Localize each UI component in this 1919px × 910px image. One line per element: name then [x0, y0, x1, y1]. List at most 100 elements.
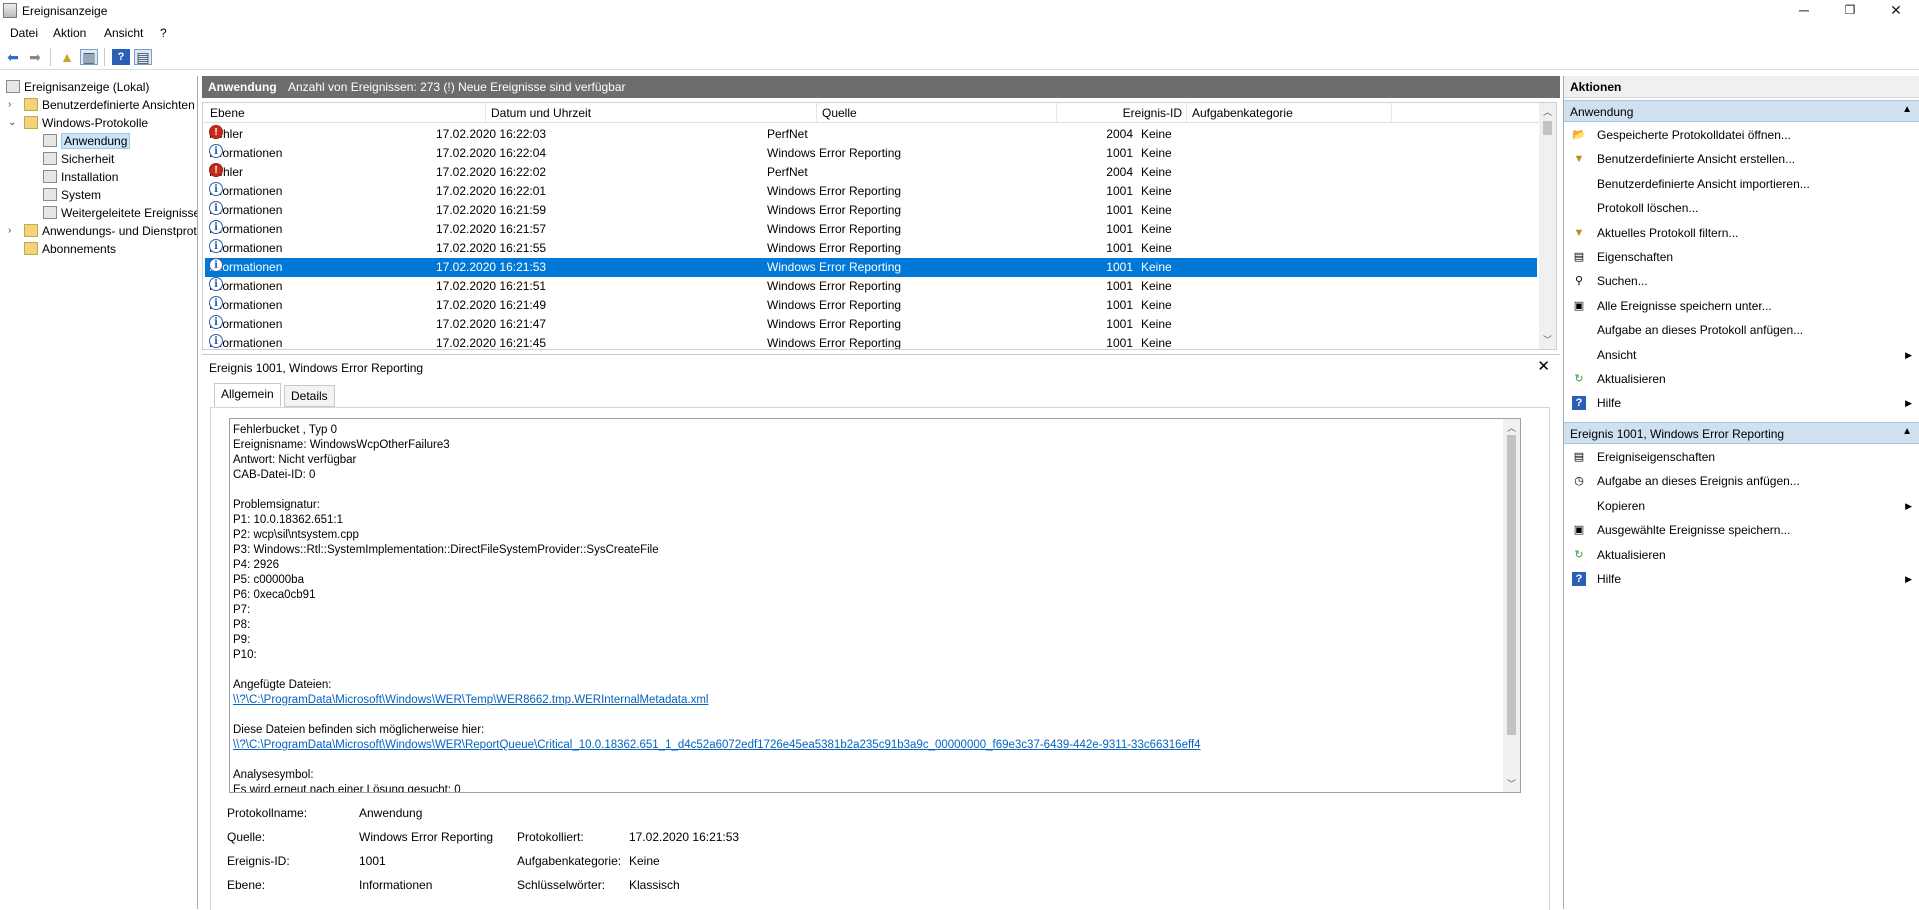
event-date-cell: 17.02.2020 16:21:51 [436, 279, 547, 293]
tab-details[interactable]: Details [284, 385, 335, 407]
menu-help[interactable]: ? [160, 26, 167, 40]
event-row[interactable]: i Informationen 17.02.2020 16:21:47 Windows… [205, 315, 1537, 334]
column-header-event-id[interactable]: Ereignis-ID [1056, 106, 1182, 120]
column-separator[interactable] [485, 103, 486, 123]
scroll-down-icon[interactable]: ﹀ [1543, 333, 1552, 346]
scroll-up-icon[interactable]: ︿ [1507, 421, 1516, 434]
column-separator[interactable] [1391, 103, 1392, 123]
back-arrow-icon[interactable]: ⬅ [4, 49, 22, 65]
event-row[interactable]: i Informationen 17.02.2020 16:21:55 Windows… [205, 239, 1537, 258]
detail-title: Ereignis 1001, Windows Error Reporting [209, 361, 424, 375]
action-item[interactable]: ▼ Aktuelles Protokoll filtern... [1564, 222, 1919, 244]
event-row[interactable]: i Informationen 17.02.2020 16:21:57 Windows… [205, 220, 1537, 239]
maximize-button[interactable]: ❐ [1827, 0, 1873, 22]
menu-datei[interactable]: Datei [10, 26, 38, 40]
event-row[interactable]: i Informationen 17.02.2020 16:21:53 Windows… [205, 258, 1537, 277]
action-item[interactable]: Benutzerdefinierte Ansicht importieren..… [1564, 173, 1919, 195]
event-row[interactable]: i Informationen 17.02.2020 16:21:59 Windows… [205, 201, 1537, 220]
message-line: P3: Windows::Rtl::SystemImplementation::… [233, 544, 659, 556]
show-hide-actions-icon[interactable]: ▤ [134, 49, 152, 65]
close-button[interactable]: ✕ [1873, 0, 1919, 22]
prop-taskcat-value: Keine [629, 854, 660, 868]
expand-icon[interactable]: › [8, 222, 18, 240]
tree-log-system[interactable]: System [43, 186, 101, 204]
collapse-arrow-icon[interactable]: ▲ [1902, 426, 1912, 437]
action-item[interactable]: ? Hilfe ▶ [1564, 568, 1919, 590]
refresh-icon: ↻ [1574, 548, 1584, 561]
tree-app-services[interactable]: Anwendungs- und Dienstprotokolle [24, 222, 197, 240]
event-row[interactable]: ! Fehler 17.02.2020 16:22:02 PerfNet 2004 Kei… [205, 163, 1537, 182]
action-item[interactable]: 📂 Gespeicherte Protokolldatei öffnen... [1564, 124, 1919, 146]
tab-allgemein[interactable]: Allgemein [214, 383, 281, 407]
forward-arrow-icon[interactable]: ➡ [26, 49, 44, 65]
column-separator[interactable] [816, 103, 817, 123]
action-item[interactable]: ? Hilfe ▶ [1564, 392, 1919, 414]
action-item[interactable]: Aufgabe an dieses Protokoll anfügen... [1564, 319, 1919, 341]
help-icon[interactable]: ? [112, 49, 130, 65]
action-item[interactable]: ▣ Alle Ereignisse speichern unter... [1564, 295, 1919, 317]
event-source-cell: Windows Error Reporting [767, 336, 902, 350]
event-properties-icon: ▤ [1573, 451, 1585, 463]
action-item[interactable]: Kopieren ▶ [1564, 495, 1919, 517]
scrollbar-thumb[interactable] [1507, 435, 1516, 735]
attached-file-link[interactable]: \\?\C:\ProgramData\Microsoft\Windows\WER… [233, 694, 708, 706]
event-level-cell: i Informationen [209, 182, 282, 201]
action-item[interactable]: ▣ Ausgewählte Ereignisse speichern... [1564, 519, 1919, 541]
message-scrollbar[interactable]: ︿ ﹀ [1503, 419, 1520, 792]
scroll-up-icon[interactable]: ︿ [1543, 105, 1552, 118]
event-row[interactable]: i Informationen 17.02.2020 16:22:04 Windows… [205, 144, 1537, 163]
action-item[interactable]: Protokoll löschen... [1564, 197, 1919, 219]
up-folder-icon[interactable]: ▲ [58, 49, 76, 65]
event-message-box[interactable]: Fehlerbucket , Typ 0 Ereignisname: Window… [229, 418, 1521, 793]
action-item-label: Aktualisieren [1597, 372, 1666, 386]
column-header-date[interactable]: Datum und Uhrzeit [491, 106, 591, 120]
show-hide-tree-icon[interactable]: ▥ [80, 49, 98, 65]
tree-log-sicherheit[interactable]: Sicherheit [43, 150, 114, 168]
scrollbar-thumb[interactable] [1543, 121, 1552, 135]
expand-icon[interactable]: › [8, 96, 18, 114]
title-bar: Ereignisanzeige ─ ❐ ✕ [0, 0, 1919, 22]
tree-subscriptions[interactable]: Abonnements [24, 240, 116, 258]
error-icon: ! [209, 163, 223, 177]
event-viewer-app-icon [3, 3, 17, 18]
event-row[interactable]: i Informationen 17.02.2020 16:22:01 Windows… [205, 182, 1537, 201]
event-row[interactable]: i Informationen 17.02.2020 16:21:51 Windows… [205, 277, 1537, 296]
minimize-button[interactable]: ─ [1781, 0, 1827, 22]
scroll-down-icon[interactable]: ﹀ [1507, 777, 1516, 790]
action-item[interactable]: ▤ Eigenschaften [1564, 246, 1919, 268]
collapse-arrow-icon[interactable]: ▲ [1902, 104, 1912, 115]
event-row[interactable]: i Informationen 17.02.2020 16:21:45 Windows… [205, 334, 1537, 350]
action-item-label: Aktualisieren [1597, 547, 1666, 562]
tree-log-installation[interactable]: Installation [43, 168, 118, 186]
action-item[interactable]: ↻ Aktualisieren [1564, 368, 1919, 390]
actions-section-event[interactable]: Ereignis 1001, Windows Error Reporting ▲ [1564, 422, 1919, 444]
menu-aktion[interactable]: Aktion [53, 26, 86, 40]
menu-ansicht[interactable]: Ansicht [104, 26, 143, 40]
tree-log-anwendung[interactable]: Anwendung [43, 132, 131, 150]
tree-root[interactable]: Ereignisanzeige (Lokal) [6, 78, 149, 96]
tree-log-forwarded[interactable]: Weitergeleitete Ereignisse [43, 204, 197, 222]
action-item[interactable]: Ansicht ▶ [1564, 344, 1919, 366]
column-header-source[interactable]: Quelle [822, 106, 857, 120]
tree-windows-logs-label: Windows-Protokolle [42, 116, 149, 130]
event-row[interactable]: ! Fehler 17.02.2020 16:22:03 PerfNet 2004 Kei… [205, 125, 1537, 144]
log-icon [43, 206, 57, 219]
column-separator[interactable] [1186, 103, 1187, 123]
event-row[interactable]: i Informationen 17.02.2020 16:21:49 Windows… [205, 296, 1537, 315]
detail-close-icon[interactable]: ✕ [1537, 357, 1550, 375]
collapse-icon[interactable]: ⌄ [8, 114, 18, 132]
action-item[interactable]: ⚲ Suchen... [1564, 270, 1919, 292]
information-icon: i [209, 182, 223, 196]
report-queue-link[interactable]: \\?\C:\ProgramData\Microsoft\Windows\WER… [233, 739, 1201, 751]
action-item[interactable]: ▤ Ereigniseigenschaften [1564, 446, 1919, 468]
tree-windows-logs[interactable]: Windows-Protokolle [24, 114, 148, 132]
action-item[interactable]: ◷ Aufgabe an dieses Ereignis anfügen... [1564, 470, 1919, 492]
tree-custom-views[interactable]: Benutzerdefinierte Ansichten [24, 96, 195, 114]
column-header-task-category[interactable]: Aufgabenkategorie [1192, 106, 1293, 120]
action-item[interactable]: ↻ Aktualisieren [1564, 544, 1919, 566]
event-list-scrollbar[interactable]: ︿ ﹀ [1539, 103, 1556, 349]
actions-section-log[interactable]: Anwendung ▲ [1564, 100, 1919, 122]
action-item[interactable]: ▼ Benutzerdefinierte Ansicht erstellen... [1564, 148, 1919, 170]
message-lines: Fehlerbucket , Typ 0 Ereignisname: Window… [233, 423, 1503, 693]
column-header-level[interactable]: Ebene [210, 106, 245, 120]
